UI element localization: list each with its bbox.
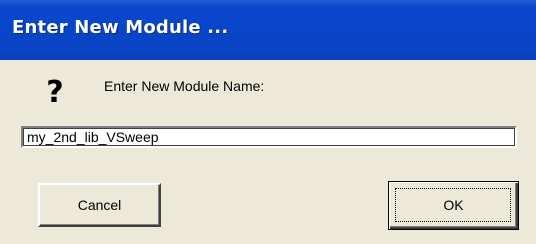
dialog-title: Enter New Module ... xyxy=(12,17,229,38)
enter-new-module-dialog: Enter New Module ... ? Enter New Module … xyxy=(0,0,536,244)
module-name-input[interactable] xyxy=(21,126,517,148)
cancel-button[interactable]: Cancel xyxy=(38,183,161,227)
question-icon: ? xyxy=(46,75,64,110)
title-bar[interactable]: Enter New Module ... xyxy=(0,0,536,60)
prompt-label: Enter New Module Name: xyxy=(104,78,265,94)
ok-button[interactable]: OK xyxy=(388,181,519,230)
ok-button-label: OK xyxy=(443,197,464,213)
